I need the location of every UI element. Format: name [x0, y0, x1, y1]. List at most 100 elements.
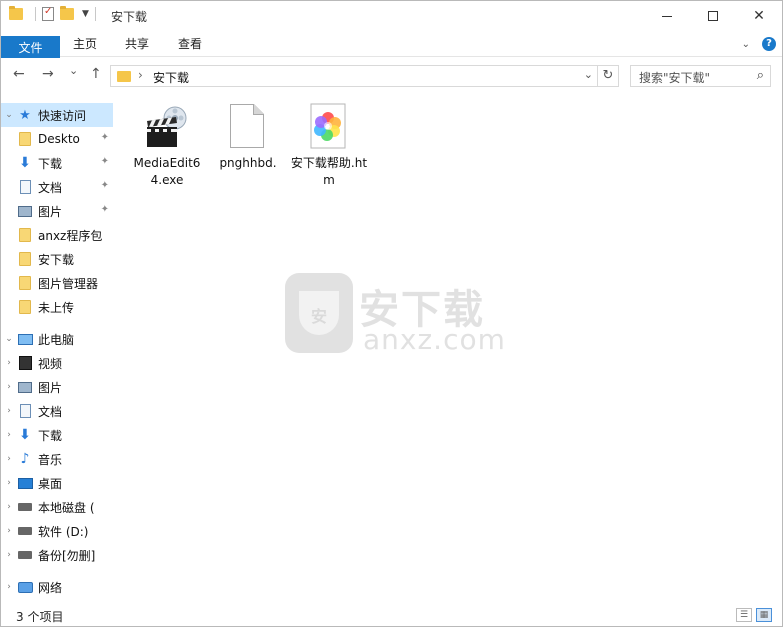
explorer-window: ▼ 安下载 ✕ 文件 主页 共享 查看 ⌄ ? ← → ⌄ ↑ › 安下载 ⌄ … — [0, 0, 783, 627]
tab-home[interactable]: 主页 — [63, 32, 107, 57]
file-item-help-htm[interactable]: 安下载帮助.htm — [290, 103, 368, 189]
qat-dropdown-icon[interactable]: ▼ — [82, 9, 89, 19]
sidebar-item-software-d[interactable]: › 软件 (D:) — [1, 519, 113, 543]
refresh-button[interactable]: ↻ — [597, 65, 619, 87]
sidebar-item-label: 软件 (D:) — [38, 524, 89, 539]
expand-icon[interactable]: › — [1, 478, 17, 488]
sidebar-item-label: 文档 — [38, 404, 63, 419]
sidebar-item-label: anxz程序包 — [38, 228, 103, 243]
download-icon: ⬇ — [19, 427, 31, 443]
expand-icon[interactable]: › — [1, 526, 17, 536]
document-icon — [17, 180, 33, 194]
photos-app-icon — [310, 103, 346, 149]
expand-icon[interactable]: › — [1, 454, 17, 464]
download-icon: ⬇ — [19, 155, 31, 171]
sidebar-item-this-pc[interactable]: ⌄ 此电脑 — [1, 327, 113, 351]
maximize-button[interactable] — [690, 1, 736, 31]
address-dropdown-icon[interactable]: ⌄ — [584, 68, 593, 81]
file-item-pnghhbd[interactable]: pnghhbd. — [209, 103, 287, 172]
close-icon: ✕ — [753, 8, 765, 24]
status-bar: 3 个项目 ☰ ▦ — [1, 604, 782, 626]
disk-icon — [17, 548, 33, 562]
new-folder-icon[interactable] — [60, 6, 74, 20]
navigation-bar: ← → ⌄ ↑ › 安下载 ⌄ ↻ 搜索"安下载" ⌕ — [1, 58, 782, 94]
sidebar-item-label: 下载 — [38, 428, 63, 443]
sidebar-item-pictures[interactable]: 图片 ✦ — [1, 199, 113, 223]
folder-icon — [17, 228, 33, 242]
back-button[interactable]: ← — [13, 66, 25, 82]
blank-file-icon — [224, 103, 272, 151]
collapse-icon[interactable]: ⌄ — [1, 110, 17, 120]
file-name: pnghhbd. — [219, 156, 277, 170]
expand-icon[interactable]: › — [1, 382, 17, 392]
forward-button[interactable]: → — [42, 66, 54, 82]
sidebar-item-label: 图片 — [38, 204, 63, 219]
sidebar-item-label: 下载 — [38, 156, 63, 171]
sidebar-item-label: 图片 — [38, 380, 63, 395]
tab-share[interactable]: 共享 — [115, 32, 159, 57]
watermark-en-text: anxz.com — [363, 323, 506, 356]
search-box[interactable]: 搜索"安下载" ⌕ — [630, 65, 771, 87]
pin-icon: ✦ — [100, 156, 109, 167]
large-icons-view-icon[interactable]: ▦ — [756, 608, 772, 622]
sidebar-item-not-uploaded[interactable]: 未上传 — [1, 295, 113, 319]
sidebar-item-music[interactable]: › ♪ 音乐 — [1, 447, 113, 471]
sidebar-item-pc-downloads[interactable]: › ⬇ 下载 — [1, 423, 113, 447]
details-view-icon[interactable]: ☰ — [736, 608, 752, 622]
sidebar-item-pc-documents[interactable]: › 文档 — [1, 399, 113, 423]
sidebar-item-label: 快速访问 — [38, 108, 87, 123]
sidebar-item-pc-pictures[interactable]: › 图片 — [1, 375, 113, 399]
properties-icon[interactable] — [42, 6, 54, 21]
collapse-icon[interactable]: ⌄ — [1, 334, 17, 344]
tab-view[interactable]: 查看 — [168, 32, 212, 57]
expand-icon[interactable]: › — [1, 550, 17, 560]
sidebar-item-label: 视频 — [38, 356, 63, 371]
window-title: 安下载 — [111, 10, 148, 24]
sidebar-item-label: 音乐 — [38, 452, 63, 467]
sidebar-item-anxiazai[interactable]: 安下载 — [1, 247, 113, 271]
sidebar-item-desktop-pc[interactable]: › 桌面 — [1, 471, 113, 495]
sidebar-item-anxz-package[interactable]: anxz程序包 — [1, 223, 113, 247]
watermark-badge: 安 — [311, 307, 328, 326]
sidebar-item-label: 安下载 — [38, 252, 75, 267]
clapperboard-icon — [147, 106, 187, 147]
minimize-button[interactable] — [644, 1, 690, 31]
expand-icon[interactable]: › — [1, 406, 17, 416]
picture-icon — [17, 380, 33, 394]
folder-icon — [9, 6, 23, 20]
sidebar-item-local-disk[interactable]: › 本地磁盘 ( — [1, 495, 113, 519]
breadcrumb-separator[interactable]: › — [138, 68, 143, 82]
help-icon[interactable]: ? — [762, 37, 776, 51]
quick-access-toolbar: ▼ — [9, 6, 102, 21]
sidebar-item-desktop[interactable]: Deskto ✦ — [1, 127, 113, 151]
title-bar: ▼ 安下载 ✕ — [1, 1, 782, 32]
sidebar-item-documents[interactable]: 文档 ✦ — [1, 175, 113, 199]
maximize-icon — [708, 11, 718, 21]
pin-icon: ✦ — [100, 180, 109, 191]
breadcrumb-current[interactable]: 安下载 — [153, 69, 189, 86]
expand-icon[interactable]: › — [1, 358, 17, 368]
sidebar-item-videos[interactable]: › 视频 — [1, 351, 113, 375]
document-icon — [17, 404, 33, 418]
expand-icon[interactable]: › — [1, 582, 17, 592]
anxz-watermark: 安 安下载 anxz.com — [285, 273, 505, 356]
close-button[interactable]: ✕ — [736, 1, 782, 31]
sidebar-item-downloads[interactable]: ⬇ 下载 ✦ — [1, 151, 113, 175]
file-item-mediaedit[interactable]: MediaEdit64.exe — [128, 103, 206, 189]
sidebar-item-network[interactable]: › 网络 — [1, 575, 113, 599]
expand-icon[interactable]: › — [1, 502, 17, 512]
sidebar-item-image-manager[interactable]: 图片管理器 — [1, 271, 113, 295]
sidebar-item-quick-access[interactable]: ⌄ ★ 快速访问 — [1, 103, 113, 127]
address-bar[interactable]: › 安下载 ⌄ — [110, 65, 598, 87]
watermark-logo-icon: 安 — [285, 273, 353, 353]
folder-icon — [17, 276, 33, 290]
expand-ribbon-icon[interactable]: ⌄ — [742, 39, 750, 50]
sidebar-item-backup[interactable]: › 备份[勿删] — [1, 543, 113, 567]
recent-locations-button[interactable]: ⌄ — [69, 64, 78, 77]
separator — [94, 7, 96, 21]
sidebar-item-label: 未上传 — [38, 300, 75, 315]
expand-icon[interactable]: › — [1, 430, 17, 440]
up-button[interactable]: ↑ — [90, 66, 102, 82]
minimize-icon — [662, 15, 672, 17]
search-icon[interactable]: ⌕ — [757, 68, 764, 83]
